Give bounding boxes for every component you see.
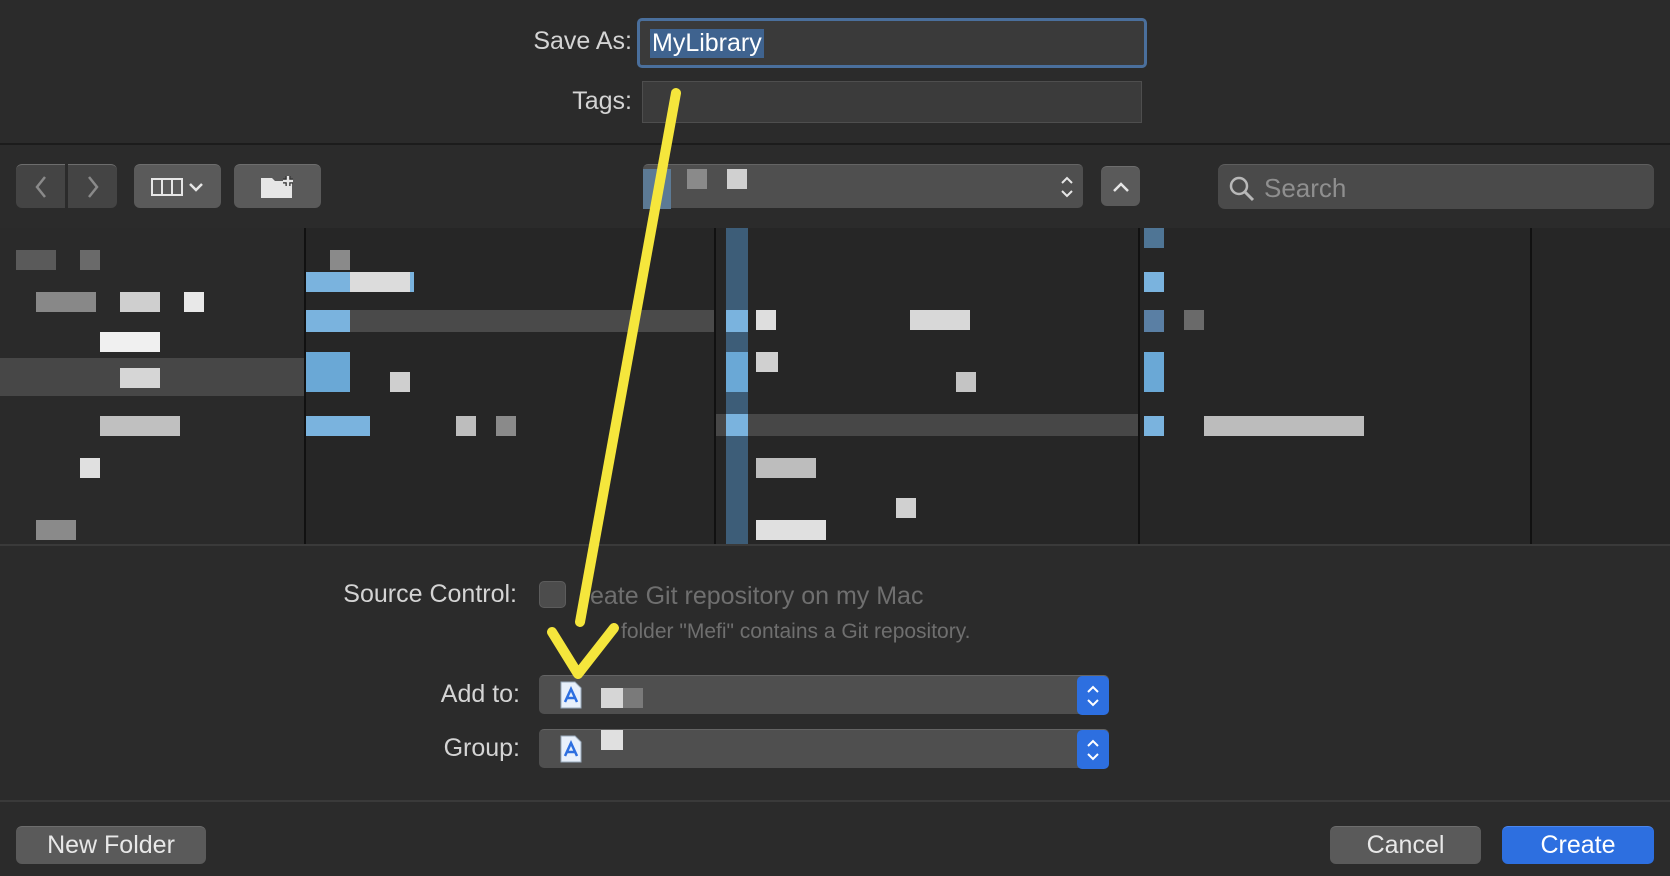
- annotation-arrow: [547, 88, 681, 679]
